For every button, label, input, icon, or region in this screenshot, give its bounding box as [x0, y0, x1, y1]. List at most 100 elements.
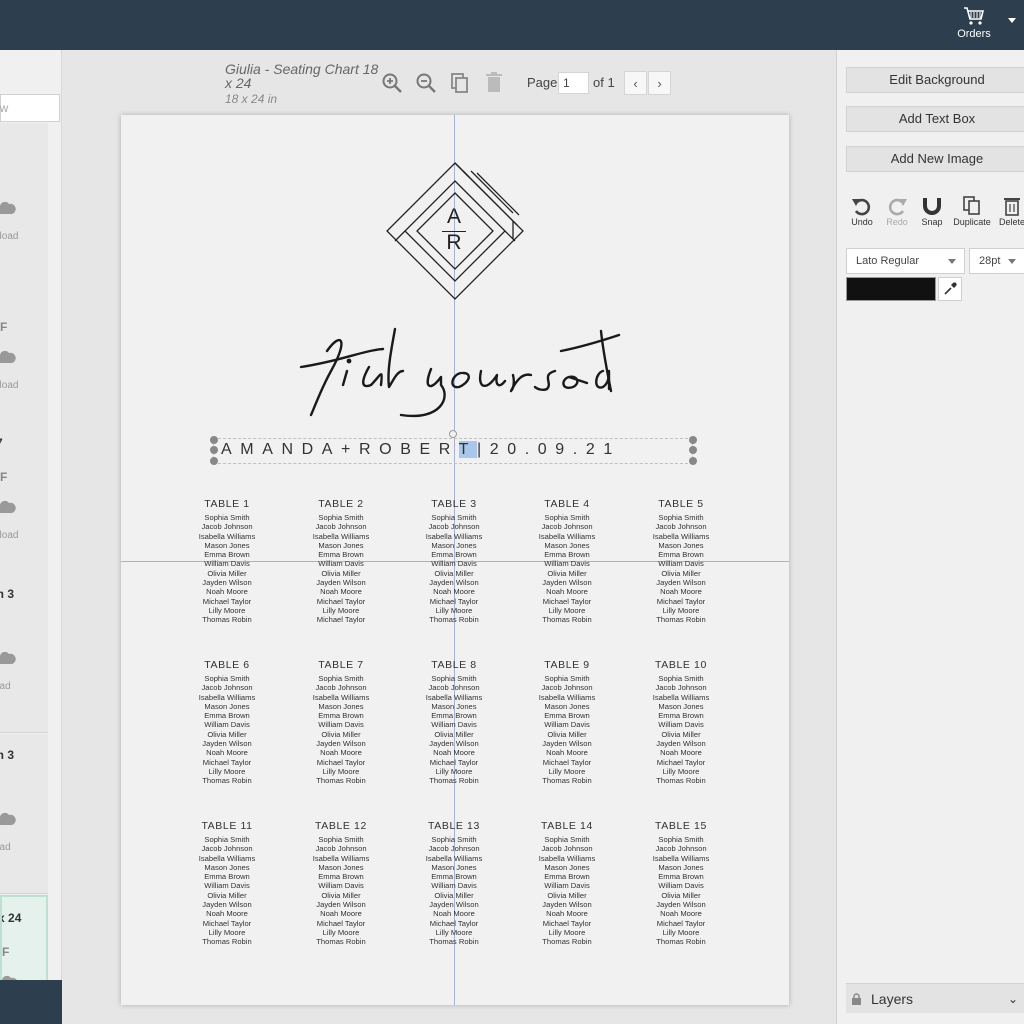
- table-title: TABLE 4: [544, 498, 590, 510]
- add-new-image-button[interactable]: Add New Image: [846, 146, 1024, 172]
- text-color-swatch[interactable]: [846, 277, 936, 301]
- table-title: TABLE 7: [318, 659, 364, 671]
- download-link[interactable]: oad: [0, 842, 11, 853]
- download-link[interactable]: nload: [0, 530, 18, 541]
- download-link[interactable]: nload: [0, 380, 18, 391]
- page-number-input[interactable]: [558, 72, 589, 94]
- table-group[interactable]: TABLE 7 Sophia Smith Jacob Johnson Isabella…: [291, 658, 391, 786]
- resize-handle-bottom-left[interactable]: [210, 457, 218, 465]
- guest-name: Michael Taylor: [429, 757, 479, 767]
- table-group[interactable]: TABLE 10 Sophia Smith Jacob Johnson Isabell…: [631, 658, 731, 786]
- cloud-download-icon[interactable]: [0, 500, 16, 519]
- guest-name: Emma Brown: [318, 711, 364, 721]
- guest-name: William Davis: [658, 559, 704, 569]
- font-family-value: Lato Regular: [856, 255, 919, 267]
- table-group[interactable]: TABLE 3 Sophia Smith Jacob Johnson Isabella…: [404, 497, 504, 625]
- zoom-in-icon[interactable]: [379, 70, 405, 96]
- snap-button[interactable]: Snap: [919, 196, 945, 227]
- template-list-item[interactable]: 8 x 24Fnload: [0, 895, 48, 980]
- guest-name: Jayden Wilson: [429, 900, 479, 910]
- add-text-box-button[interactable]: Add Text Box: [846, 106, 1024, 132]
- template-list-item[interactable]: nload: [0, 123, 48, 283]
- table-group[interactable]: TABLE 14 Sophia Smith Jacob Johnson Isabell…: [517, 819, 617, 947]
- search-input[interactable]: ew: [0, 94, 60, 122]
- cloud-download-icon[interactable]: [0, 651, 16, 670]
- table-group[interactable]: TABLE 11 Sophia Smith Jacob Johnson Isabell…: [177, 819, 277, 947]
- duplicate-button[interactable]: Duplicate: [950, 196, 994, 227]
- table-title: TABLE 3: [431, 498, 477, 510]
- template-list-item[interactable]: ion 3 oad: [0, 734, 48, 894]
- layers-panel-toggle[interactable]: Layers ⌄: [846, 983, 1024, 1013]
- template-format: F: [2, 945, 10, 959]
- table-group[interactable]: TABLE 5 Sophia Smith Jacob Johnson Isabella…: [631, 497, 731, 625]
- cloud-download-icon[interactable]: [0, 350, 16, 369]
- prev-page-button[interactable]: ‹: [624, 71, 647, 95]
- undo-button[interactable]: Undo: [849, 196, 875, 227]
- table-group[interactable]: TABLE 12 Sophia Smith Jacob Johnson Isabell…: [291, 819, 391, 947]
- script-title[interactable]: [291, 311, 621, 421]
- trash-icon[interactable]: [481, 70, 507, 96]
- guest-name: Michael Taylor: [429, 596, 479, 606]
- table-group[interactable]: TABLE 9 Sophia Smith Jacob Johnson Isabella…: [517, 658, 617, 786]
- guest-name: Jayden Wilson: [656, 900, 706, 910]
- guest-name: Jacob Johnson: [428, 522, 480, 532]
- template-list-item[interactable]: ion 3 oad: [0, 573, 48, 733]
- table-group[interactable]: TABLE 6 Sophia Smith Jacob Johnson Isabella…: [177, 658, 277, 786]
- table-group[interactable]: TABLE 13 Sophia Smith Jacob Johnson Isabell…: [404, 819, 504, 947]
- next-page-button[interactable]: ›: [648, 71, 671, 95]
- resize-handle-top-right[interactable]: [689, 436, 697, 444]
- guest-name: Jayden Wilson: [202, 578, 252, 588]
- table-group[interactable]: TABLE 2 Sophia Smith Jacob Johnson Isabella…: [291, 497, 391, 625]
- guest-name: Noah Moore: [660, 587, 702, 597]
- delete-label: Delete: [998, 217, 1024, 227]
- eyedropper-button[interactable]: [938, 277, 962, 301]
- cloud-download-icon[interactable]: [0, 812, 16, 831]
- guest-name: Thomas Robin: [542, 776, 592, 786]
- guest-name: Isabella Williams: [312, 853, 370, 863]
- guest-name: Mason Jones: [431, 701, 477, 711]
- guest-name: Michael Taylor: [542, 918, 592, 928]
- copy-page-icon[interactable]: [447, 70, 473, 96]
- font-size-select[interactable]: 28pt: [969, 248, 1024, 274]
- rotate-handle[interactable]: [449, 430, 457, 438]
- resize-handle-bottom-right[interactable]: [689, 457, 697, 465]
- top-bar: Orders: [0, 0, 1024, 50]
- zoom-out-icon[interactable]: [413, 70, 439, 96]
- table-group[interactable]: TABLE 1 Sophia Smith Jacob Johnson Isabella…: [177, 497, 277, 625]
- template-list-item[interactable]: x 7 Fnload: [0, 422, 48, 582]
- delete-button[interactable]: Delete: [997, 196, 1024, 227]
- table-group[interactable]: TABLE 4 Sophia Smith Jacob Johnson Isabella…: [517, 497, 617, 625]
- guest-name: Michael Taylor: [542, 596, 592, 606]
- orders-dropdown-icon[interactable]: [1008, 18, 1016, 23]
- guest-name: Olivia Miller: [207, 890, 247, 900]
- guest-name: Lilly Moore: [208, 766, 246, 776]
- download-link[interactable]: nload: [0, 231, 18, 242]
- design-canvas[interactable]: A R AMANDA+ROBERT|20.09.21 TABLE 1 Sophia…: [121, 115, 789, 1005]
- resize-handle-mid-left[interactable]: [210, 446, 218, 454]
- template-list-item[interactable]: Fnload: [0, 272, 48, 432]
- guest-name: Thomas Robin: [542, 615, 592, 625]
- template-format: F: [0, 320, 8, 334]
- table-group[interactable]: TABLE 15 Sophia Smith Jacob Johnson Isabell…: [631, 819, 731, 947]
- table-group[interactable]: TABLE 8 Sophia Smith Jacob Johnson Isabella…: [404, 658, 504, 786]
- table-title: TABLE 2: [318, 498, 364, 510]
- resize-handle-mid-right[interactable]: [689, 446, 697, 454]
- guest-name: Mason Jones: [204, 540, 250, 550]
- names-text-after: |20.09.21: [476, 441, 621, 458]
- redo-button[interactable]: Redo: [884, 196, 910, 227]
- download-link[interactable]: oad: [0, 681, 11, 692]
- couple-names-date[interactable]: AMANDA+ROBERT|20.09.21: [221, 441, 621, 459]
- guest-name: Lilly Moore: [435, 605, 473, 615]
- edit-background-button[interactable]: Edit Background: [846, 67, 1024, 93]
- cloud-download-icon[interactable]: [0, 201, 16, 220]
- guest-name: Noah Moore: [206, 909, 248, 919]
- guest-name: Sophia Smith: [544, 513, 590, 522]
- orders-button[interactable]: Orders: [952, 6, 996, 40]
- font-family-select[interactable]: Lato Regular: [846, 248, 965, 274]
- guest-name: Sophia Smith: [544, 835, 590, 844]
- guest-name: William Davis: [431, 881, 477, 891]
- guest-name: Jacob Johnson: [541, 844, 593, 854]
- guest-name: Olivia Miller: [661, 890, 701, 900]
- resize-handle-top-left[interactable]: [210, 436, 218, 444]
- guest-name: Lilly Moore: [548, 766, 586, 776]
